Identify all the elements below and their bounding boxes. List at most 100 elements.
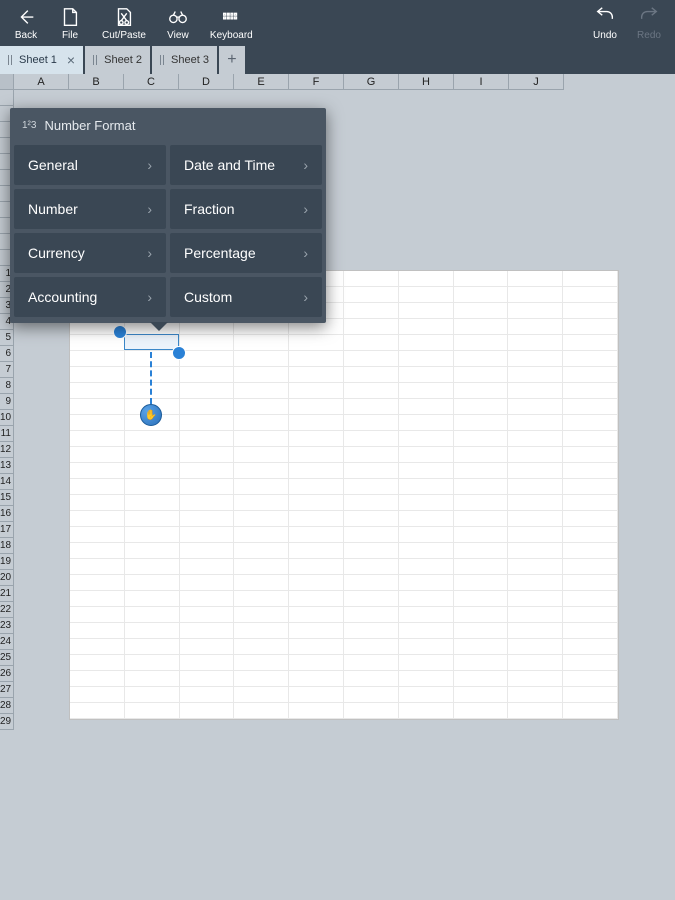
cell[interactable] [180, 575, 235, 591]
row-header[interactable]: 22 [0, 602, 14, 618]
cell[interactable] [344, 399, 399, 415]
cell[interactable] [289, 623, 344, 639]
cell[interactable] [399, 463, 454, 479]
cell[interactable] [289, 431, 344, 447]
cell[interactable] [234, 527, 289, 543]
cell[interactable] [125, 703, 180, 719]
cell[interactable] [399, 559, 454, 575]
cell[interactable] [563, 287, 618, 303]
cell[interactable] [234, 463, 289, 479]
cell[interactable] [563, 463, 618, 479]
cell[interactable] [234, 383, 289, 399]
cell[interactable] [454, 703, 509, 719]
cell[interactable] [508, 431, 563, 447]
cell[interactable] [454, 639, 509, 655]
cell[interactable] [344, 383, 399, 399]
cell[interactable] [70, 623, 125, 639]
cell[interactable] [180, 543, 235, 559]
row-header[interactable]: 21 [0, 586, 14, 602]
row-header[interactable]: 28 [0, 698, 14, 714]
cell[interactable] [234, 431, 289, 447]
cell[interactable] [234, 543, 289, 559]
col-header[interactable]: C [124, 74, 179, 90]
cell[interactable] [125, 607, 180, 623]
format-date-time[interactable]: Date and Time› [170, 145, 322, 185]
close-icon[interactable]: × [67, 52, 75, 68]
cell[interactable] [454, 351, 509, 367]
cell[interactable] [289, 383, 344, 399]
cell[interactable] [399, 367, 454, 383]
cell[interactable] [563, 351, 618, 367]
cell[interactable] [344, 575, 399, 591]
cell[interactable] [344, 607, 399, 623]
cell[interactable] [563, 575, 618, 591]
cell[interactable] [180, 383, 235, 399]
cell[interactable] [399, 527, 454, 543]
col-header[interactable]: G [344, 74, 399, 90]
cell[interactable] [344, 527, 399, 543]
cell[interactable] [399, 479, 454, 495]
col-header[interactable]: A [14, 74, 69, 90]
cell[interactable] [70, 383, 125, 399]
cell[interactable] [563, 559, 618, 575]
cell[interactable] [70, 655, 125, 671]
cell[interactable] [399, 303, 454, 319]
cell[interactable] [289, 543, 344, 559]
cell[interactable] [508, 351, 563, 367]
cell[interactable] [399, 319, 454, 335]
cell[interactable] [125, 671, 180, 687]
cell[interactable] [454, 591, 509, 607]
format-percentage[interactable]: Percentage› [170, 233, 322, 273]
cell[interactable] [563, 639, 618, 655]
cell[interactable] [125, 639, 180, 655]
format-custom[interactable]: Custom› [170, 277, 322, 317]
cell[interactable] [125, 543, 180, 559]
cell[interactable] [289, 575, 344, 591]
cell[interactable] [399, 543, 454, 559]
cell[interactable] [344, 447, 399, 463]
cell[interactable] [399, 607, 454, 623]
cell[interactable] [289, 607, 344, 623]
cell[interactable] [508, 559, 563, 575]
cell[interactable] [454, 575, 509, 591]
cell[interactable] [180, 447, 235, 463]
row-header[interactable]: 6 [0, 346, 14, 362]
cell[interactable] [125, 431, 180, 447]
cell[interactable] [70, 687, 125, 703]
tab-sheet-2[interactable]: Sheet 2 [85, 46, 150, 74]
cell[interactable] [125, 383, 180, 399]
cell[interactable] [508, 335, 563, 351]
cell[interactable] [125, 591, 180, 607]
cell[interactable] [234, 623, 289, 639]
row-header[interactable]: 10 [0, 410, 14, 426]
cell[interactable] [399, 671, 454, 687]
cell[interactable] [289, 479, 344, 495]
cell[interactable] [289, 399, 344, 415]
cell[interactable] [70, 431, 125, 447]
cell[interactable] [70, 463, 125, 479]
col-header[interactable]: I [454, 74, 509, 90]
file-button[interactable]: File [48, 4, 92, 43]
row-header[interactable]: 16 [0, 506, 14, 522]
cell[interactable] [70, 639, 125, 655]
cell[interactable] [508, 703, 563, 719]
cell[interactable] [508, 543, 563, 559]
cell[interactable] [289, 335, 344, 351]
cell[interactable] [289, 591, 344, 607]
cell[interactable] [508, 303, 563, 319]
cell[interactable] [70, 351, 125, 367]
cell[interactable] [344, 303, 399, 319]
cell[interactable] [454, 527, 509, 543]
row-header[interactable] [0, 90, 14, 106]
cell[interactable] [289, 511, 344, 527]
cell[interactable] [180, 479, 235, 495]
cell[interactable] [180, 415, 235, 431]
cell[interactable] [399, 703, 454, 719]
cell[interactable] [234, 607, 289, 623]
row-header[interactable]: 15 [0, 490, 14, 506]
row-header[interactable]: 17 [0, 522, 14, 538]
cell[interactable] [454, 495, 509, 511]
cell[interactable] [180, 639, 235, 655]
cell[interactable] [344, 367, 399, 383]
cell[interactable] [344, 351, 399, 367]
